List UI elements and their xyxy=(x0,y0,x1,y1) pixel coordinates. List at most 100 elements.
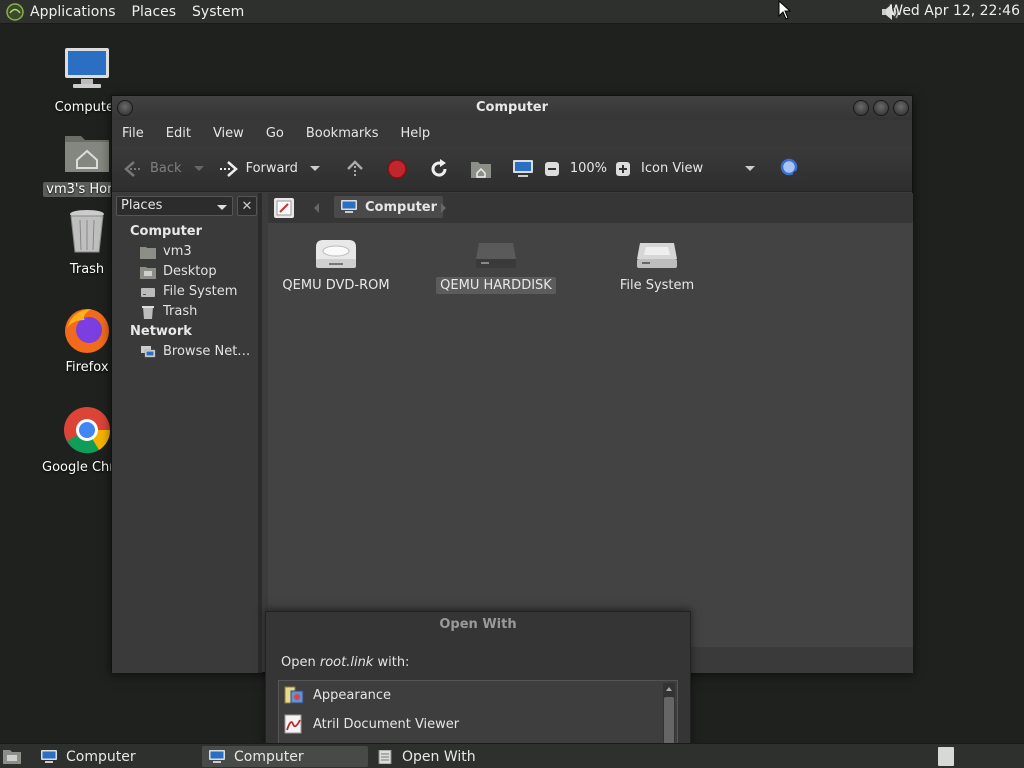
application-list[interactable]: Appearance Atril Document Viewer xyxy=(278,680,678,752)
file-item-label: QEMU HARDDISK xyxy=(436,277,556,294)
reload-icon xyxy=(431,158,447,177)
breadcrumb-scroll-left-icon[interactable] xyxy=(314,203,319,213)
dialog-title[interactable]: Open With xyxy=(266,612,690,638)
menu-edit[interactable]: Edit xyxy=(166,126,191,141)
home-folder-icon xyxy=(470,161,491,178)
home-button[interactable] xyxy=(470,159,492,179)
firefox-icon xyxy=(65,309,109,353)
sidebar-item-browse-network[interactable]: Browse Net… xyxy=(140,344,250,359)
sidebar-header: Places ✕ xyxy=(116,196,258,218)
close-button[interactable] xyxy=(893,100,909,116)
sidebar-item-label: Browse Net… xyxy=(163,344,251,359)
taskbar-item-open-with[interactable]: Open With xyxy=(370,746,536,767)
sidebar-item-label: Desktop xyxy=(163,264,217,279)
clock[interactable]: Wed Apr 12, 22:46 xyxy=(889,3,1020,19)
scroll-up-icon[interactable] xyxy=(663,684,675,694)
zoom-in-button[interactable] xyxy=(615,161,631,177)
app-item-appearance[interactable]: Appearance xyxy=(283,685,391,705)
trash-icon xyxy=(70,210,104,253)
places-menu[interactable]: Places xyxy=(132,4,177,20)
maximize-button[interactable] xyxy=(873,100,889,116)
scrollbar-thumb[interactable] xyxy=(664,697,674,745)
toggle-location-entry-button[interactable] xyxy=(274,198,294,218)
show-desktop-icon[interactable] xyxy=(2,747,22,765)
taskbar-item-label: Computer xyxy=(234,748,304,765)
menu-bookmarks[interactable]: Bookmarks xyxy=(306,126,379,141)
sidebar-item-file-system[interactable]: File System xyxy=(140,284,237,299)
forward-history-dropdown[interactable] xyxy=(309,166,320,171)
search-icon xyxy=(780,158,803,180)
zoom-out-button[interactable] xyxy=(544,161,560,177)
app-item-label: Atril Document Viewer xyxy=(313,716,460,732)
search-button[interactable] xyxy=(779,157,803,181)
app-item-label: Appearance xyxy=(313,687,392,703)
sidebar-item-label: vm3 xyxy=(163,244,192,259)
atril-document-viewer-icon xyxy=(284,714,302,734)
location-bar: Computer xyxy=(268,193,913,223)
chevron-down-icon xyxy=(745,166,756,171)
file-item-file-system[interactable]: File System xyxy=(592,237,722,294)
reload-button[interactable] xyxy=(428,158,450,180)
prompt-filename: root.link xyxy=(319,655,374,670)
computer-icon xyxy=(209,749,225,763)
taskbar-item-label: Computer xyxy=(66,748,136,765)
file-item-harddisk[interactable]: QEMU HARDDISK xyxy=(431,237,561,294)
forward-button[interactable]: Forward xyxy=(218,159,320,179)
harddisk-icon xyxy=(476,243,516,268)
window-menu-button[interactable] xyxy=(117,100,133,116)
minimize-button[interactable] xyxy=(853,100,869,116)
home-folder-icon xyxy=(140,246,156,259)
applications-menu[interactable]: Applications xyxy=(30,4,116,20)
list-scrollbar[interactable] xyxy=(663,683,675,751)
home-folder-icon xyxy=(65,136,109,172)
forward-arrow-icon xyxy=(219,160,238,177)
back-arrow-icon xyxy=(124,160,142,177)
taskbar-item-computer-2[interactable]: Computer xyxy=(202,746,368,767)
menu-file[interactable]: File xyxy=(122,126,144,141)
sidebar: Places ✕ Computer vm3 Desktop File Syste… xyxy=(112,193,262,673)
computer-icon xyxy=(65,48,109,88)
up-button[interactable] xyxy=(344,158,366,180)
forward-label: Forward xyxy=(245,161,298,176)
window-titlebar[interactable]: Computer xyxy=(112,96,912,120)
breadcrumb-scroll-right-icon[interactable] xyxy=(441,203,446,213)
sidebar-item-trash[interactable]: Trash xyxy=(140,304,197,319)
sidebar-selector[interactable]: Places xyxy=(116,196,233,216)
file-item-dvd-rom[interactable]: QEMU DVD-ROM xyxy=(271,237,401,294)
sidebar-close-icon[interactable]: ✕ xyxy=(237,196,257,216)
back-button[interactable]: Back xyxy=(122,159,204,179)
breadcrumb-computer[interactable]: Computer xyxy=(334,196,444,218)
menu-go[interactable]: Go xyxy=(266,126,284,141)
computer-button[interactable] xyxy=(512,159,534,179)
computer-icon xyxy=(41,749,57,763)
bottom-panel: Computer Computer Open With xyxy=(0,743,1024,768)
view-mode-combo[interactable]: Icon View xyxy=(641,161,756,176)
up-arrow-icon xyxy=(346,159,363,178)
network-icon xyxy=(141,345,156,357)
mate-logo-icon[interactable] xyxy=(6,2,24,21)
optical-drive-icon xyxy=(316,240,356,268)
drive-icon xyxy=(141,287,155,297)
sidebar-item-vm3[interactable]: vm3 xyxy=(140,244,192,259)
zoom-out-icon xyxy=(544,161,559,176)
taskbar-item-label: Open With xyxy=(402,748,476,765)
zoom-level[interactable]: 100% xyxy=(570,161,607,176)
menu-help[interactable]: Help xyxy=(400,126,430,141)
back-history-dropdown[interactable] xyxy=(193,166,204,171)
file-item-label: File System xyxy=(619,278,695,293)
stop-button[interactable] xyxy=(386,158,408,180)
computer-icon xyxy=(512,159,533,177)
icon-view[interactable]: QEMU DVD-ROM QEMU HARDDISK File System xyxy=(268,223,913,647)
system-menu[interactable]: System xyxy=(192,4,244,20)
sidebar-item-desktop[interactable]: Desktop xyxy=(140,264,217,279)
menu-view[interactable]: View xyxy=(213,126,244,141)
app-item-atril[interactable]: Atril Document Viewer xyxy=(283,714,459,734)
desktop-folder-icon xyxy=(140,266,156,279)
back-label: Back xyxy=(150,161,182,176)
mouse-cursor-icon xyxy=(778,0,792,20)
trash-applet-icon[interactable] xyxy=(938,747,954,766)
trash-icon xyxy=(142,305,154,319)
taskbar-item-computer-1[interactable]: Computer xyxy=(34,746,198,767)
sidebar-section-network: Network xyxy=(130,324,192,339)
breadcrumb-label: Computer xyxy=(365,199,438,215)
